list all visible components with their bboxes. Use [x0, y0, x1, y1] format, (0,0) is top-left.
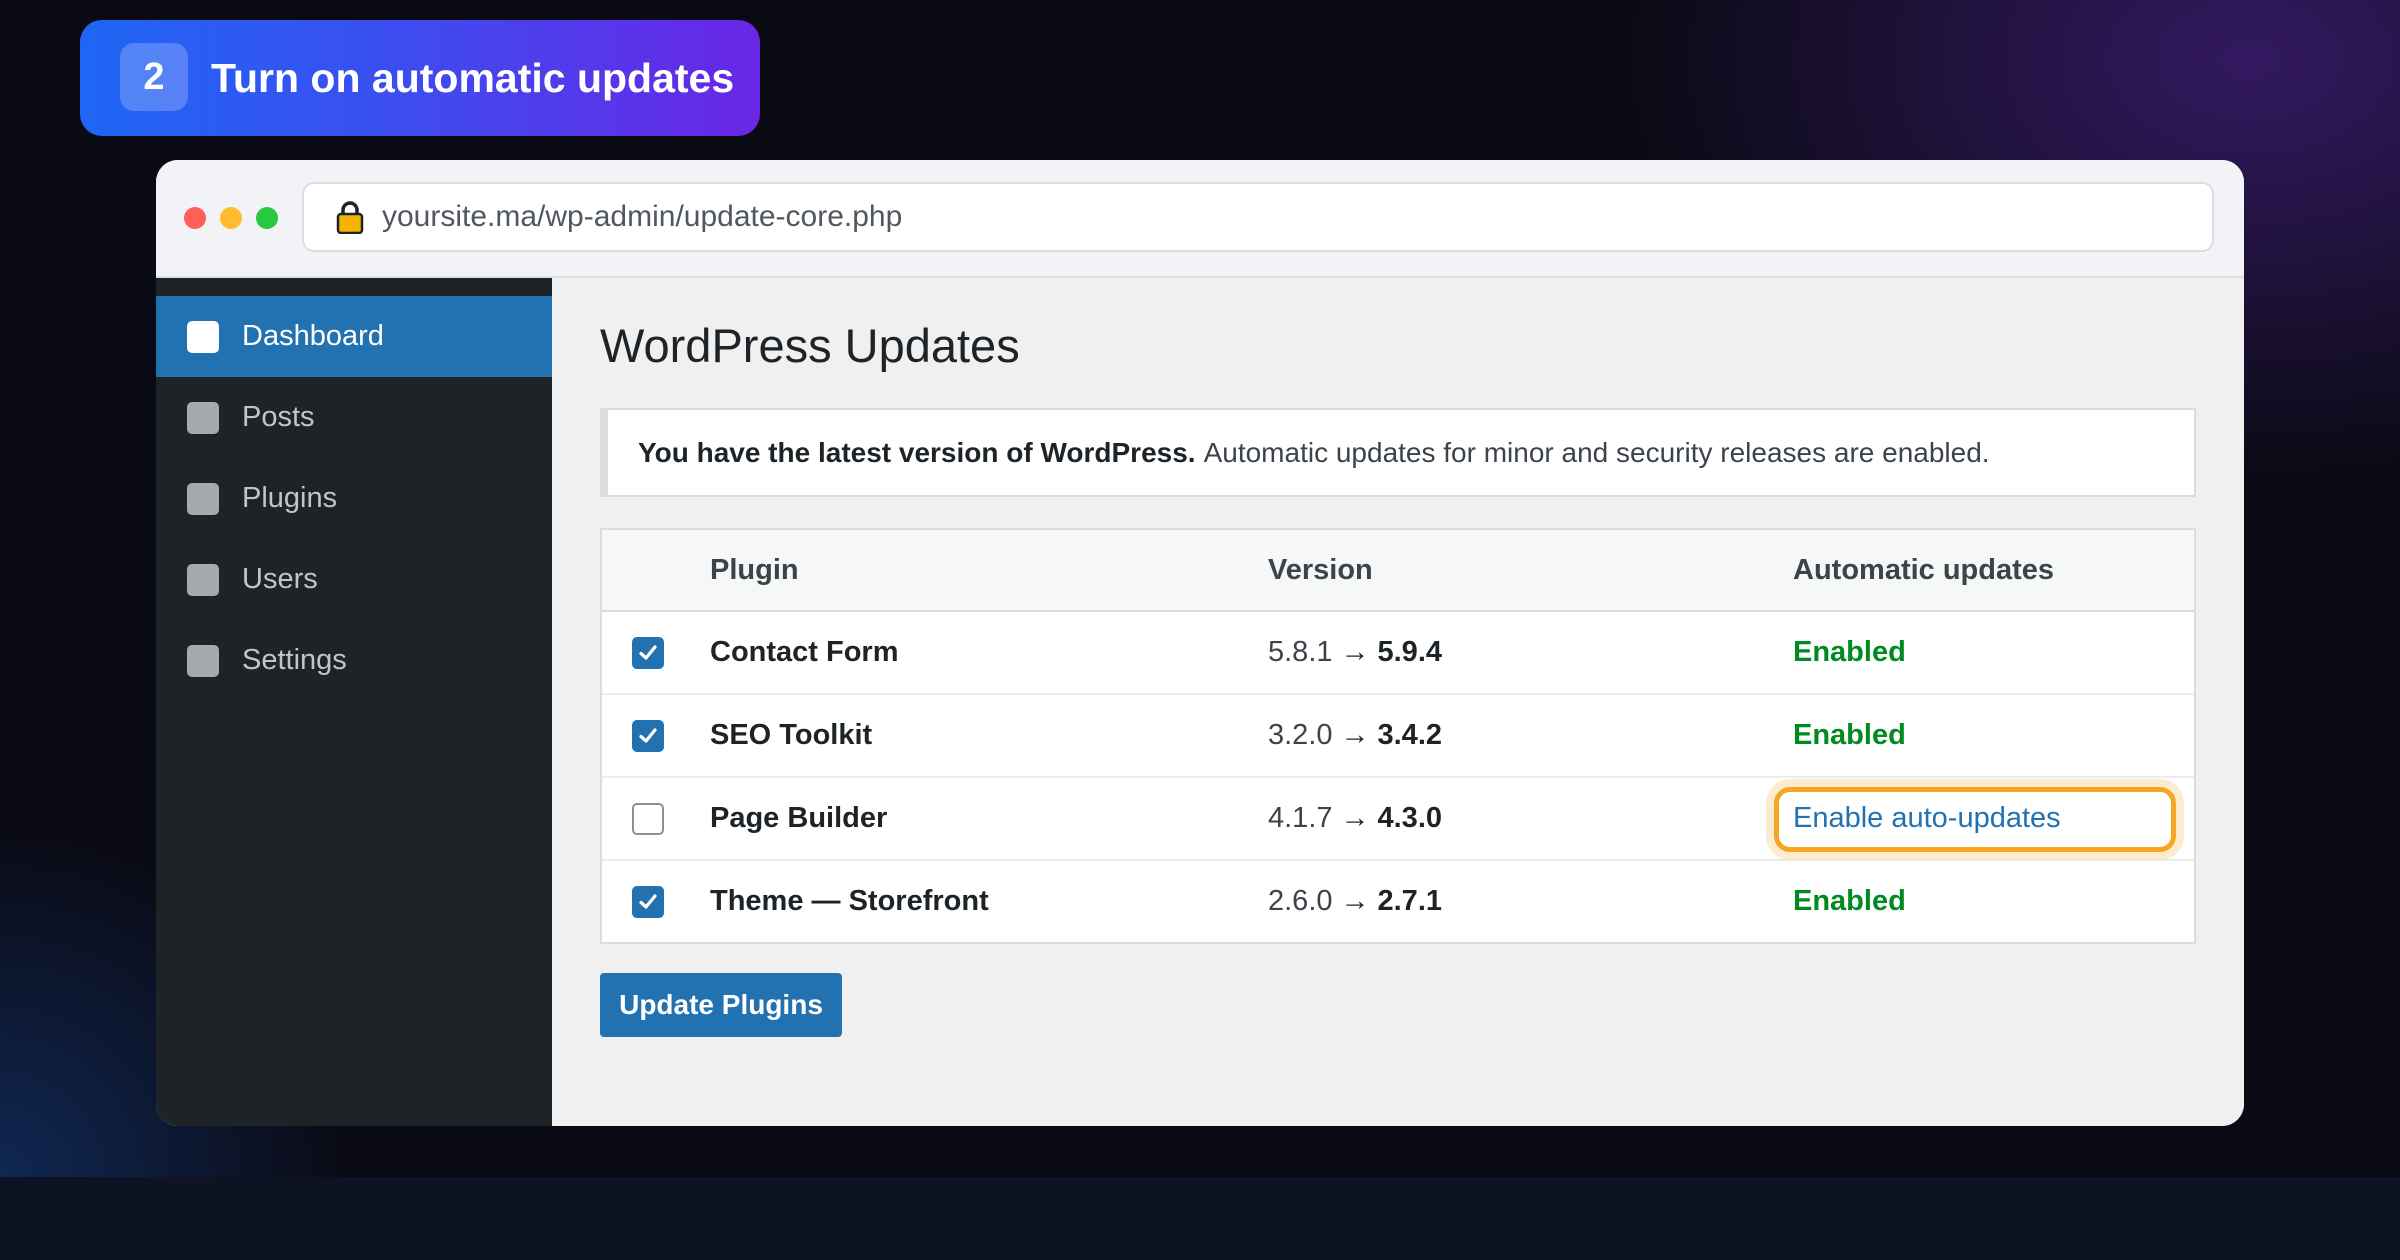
plugin-name: Theme — Storefront	[710, 885, 989, 917]
version-to: 3.4.2	[1377, 719, 1443, 751]
main-content: WordPress Updates You have the latest ve…	[552, 278, 2244, 1126]
arrow-icon: →	[1340, 802, 1370, 834]
plugin-version: 4.1.7 → 4.3.0	[1268, 778, 1442, 859]
version-from: 3.2.0	[1268, 719, 1333, 751]
arrow-icon: →	[1340, 885, 1370, 917]
minimize-window-button[interactable]	[220, 207, 242, 229]
close-window-button[interactable]	[184, 207, 206, 229]
version-from: 5.8.1	[1268, 636, 1333, 668]
sidebar-item-label: Users	[242, 563, 318, 595]
sidebar-item-label: Dashboard	[242, 320, 384, 352]
users-icon	[187, 564, 219, 596]
column-header-plugin[interactable]: Plugin	[710, 530, 799, 610]
plugin-version: 2.6.0 → 2.7.1	[1268, 861, 1442, 942]
arrow-icon: →	[1340, 636, 1370, 668]
row-checkbox[interactable]	[632, 886, 664, 918]
admin-sidebar: Dashboard Posts Plugins Users Settings	[156, 278, 552, 1126]
plugin-version: 3.2.0 → 3.4.2	[1268, 695, 1442, 776]
checkmark-icon	[639, 645, 657, 660]
sidebar-item-label: Plugins	[242, 482, 338, 514]
arrow-icon: →	[1340, 719, 1370, 751]
table-header: Plugin Version Automatic updates	[602, 530, 2194, 612]
sidebar-item-settings[interactable]: Settings	[156, 620, 552, 701]
sidebar-item-label: Posts	[242, 401, 315, 433]
auto-update-status: Enabled	[1793, 885, 1906, 917]
row-checkbox[interactable]	[632, 803, 664, 835]
browser-window: yoursite.ma/wp-admin/update-core.php Das…	[156, 160, 2244, 1126]
step-badge: 2 Turn on automatic updates	[80, 20, 760, 136]
checkmark-icon	[639, 728, 657, 743]
settings-icon	[187, 645, 219, 677]
update-notice: You have the latest version of WordPress…	[600, 408, 2196, 497]
sidebar-item-label: Settings	[242, 644, 347, 676]
plugin-name: Contact Form	[710, 636, 899, 668]
version-to: 2.7.1	[1377, 885, 1443, 917]
plugins-icon	[187, 483, 219, 515]
url-text: yoursite.ma/wp-admin/update-core.php	[382, 200, 903, 233]
column-header-automatic-updates[interactable]: Automatic updates	[1793, 530, 2054, 610]
sidebar-item-posts[interactable]: Posts	[156, 377, 552, 458]
maximize-window-button[interactable]	[256, 207, 278, 229]
notice-text: Automatic updates for minor and security…	[1203, 436, 1990, 468]
table-row: Page Builder 4.1.7 → 4.3.0 Enable auto-u…	[602, 778, 2194, 861]
plugin-version: 5.8.1 → 5.9.4	[1268, 612, 1442, 693]
table-row: Contact Form 5.8.1 → 5.9.4 Enabled	[602, 612, 2194, 695]
sidebar-item-users[interactable]: Users	[156, 539, 552, 620]
column-header-version[interactable]: Version	[1268, 530, 1373, 610]
browser-toolbar: yoursite.ma/wp-admin/update-core.php	[156, 160, 2244, 278]
version-from: 4.1.7	[1268, 802, 1333, 834]
dashboard-icon	[187, 321, 219, 353]
plugin-name: SEO Toolkit	[710, 719, 873, 751]
table-row: Theme — Storefront 2.6.0 → 2.7.1 Enabled	[602, 861, 2194, 944]
row-checkbox[interactable]	[632, 720, 664, 752]
plugin-name: Page Builder	[710, 802, 888, 834]
background-footer-band	[0, 1177, 2400, 1260]
update-plugins-button[interactable]: Update Plugins	[600, 973, 842, 1037]
version-to: 4.3.0	[1377, 802, 1443, 834]
address-bar[interactable]: yoursite.ma/wp-admin/update-core.php	[302, 182, 2214, 252]
enable-auto-updates-link[interactable]: Enable auto-updates	[1793, 778, 2061, 859]
plugins-table: Plugin Version Automatic updates Contact…	[600, 528, 2196, 944]
version-from: 2.6.0	[1268, 885, 1333, 917]
auto-update-status: Enabled	[1793, 636, 1906, 668]
version-to: 5.9.4	[1377, 636, 1443, 668]
step-number: 2	[120, 43, 188, 111]
sidebar-item-dashboard[interactable]: Dashboard	[156, 296, 552, 377]
notice-heading: You have the latest version of WordPress…	[638, 436, 1196, 468]
posts-icon	[187, 402, 219, 434]
checkmark-icon	[639, 894, 657, 909]
sidebar-item-plugins[interactable]: Plugins	[156, 458, 552, 539]
row-checkbox[interactable]	[632, 637, 664, 669]
page-title: WordPress Updates	[600, 319, 1020, 372]
table-row: SEO Toolkit 3.2.0 → 3.4.2 Enabled	[602, 695, 2194, 778]
auto-update-status: Enabled	[1793, 719, 1906, 751]
step-title: Turn on automatic updates	[211, 54, 735, 101]
lock-icon	[336, 201, 364, 234]
